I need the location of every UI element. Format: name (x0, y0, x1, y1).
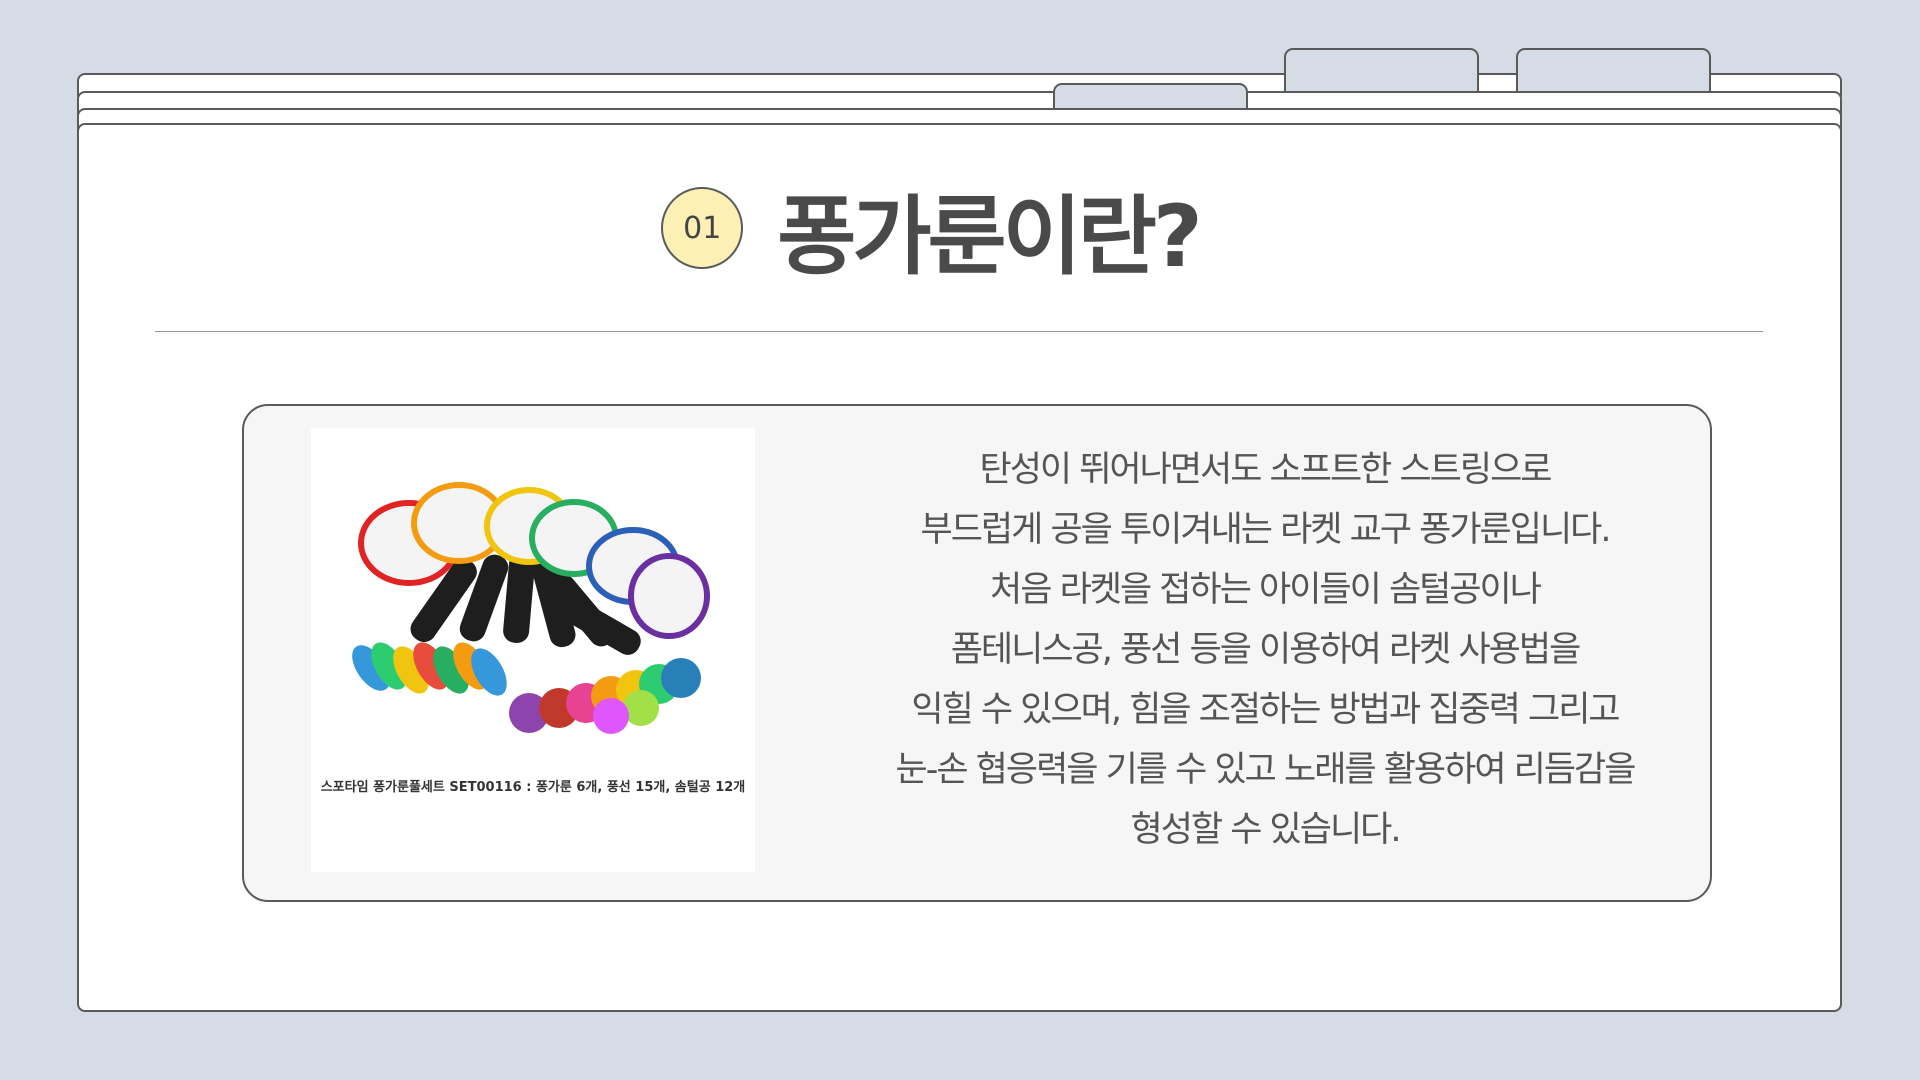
description-line: 폼테니스공, 풍선 등을 이용하여 라켓 사용법을 (950, 630, 1582, 670)
section-number-badge: 01 (661, 187, 744, 269)
title-row: 01 퐁가룬이란? (0, 178, 1920, 287)
product-caption: 스포타임 퐁가룬풀세트 SET00116 : 퐁가룬 6개, 풍선 15개, 솜… (320, 780, 746, 795)
description-line: 처음 라켓을 접하는 아이들이 솜털공이나 (990, 570, 1542, 610)
folder-tab (1516, 48, 1711, 93)
description-line: 형성할 수 있습니다. (1130, 810, 1402, 850)
description: 탄성이 뛰어나면서도 소프트한 스트링으로 부드럽게 공을 투이겨내는 라켓 교… (830, 440, 1700, 860)
description-line: 부드럽게 공을 투이겨내는 라켓 교구 퐁가룬입니다. (920, 510, 1612, 550)
racket-head-purple (628, 553, 710, 639)
product-illustration (352, 482, 710, 734)
folder-tab (1284, 48, 1479, 93)
description-line: 탄성이 뛰어나면서도 소프트한 스트링으로 (979, 450, 1553, 490)
balloons (352, 642, 507, 696)
description-line: 눈-손 협응력을 기를 수 있고 노래를 활용하여 리듬감을 (895, 750, 1637, 790)
product-image: 스포타임 퐁가룬풀세트 SET00116 : 퐁가룬 6개, 풍선 15개, 솜… (311, 428, 755, 872)
pompom-balls (509, 658, 701, 734)
page-title: 퐁가룬이란? (777, 186, 1202, 287)
description-line: 익힐 수 있으며, 힘을 조절하는 방법과 집중력 그리고 (911, 690, 1620, 730)
title-divider (155, 331, 1763, 332)
